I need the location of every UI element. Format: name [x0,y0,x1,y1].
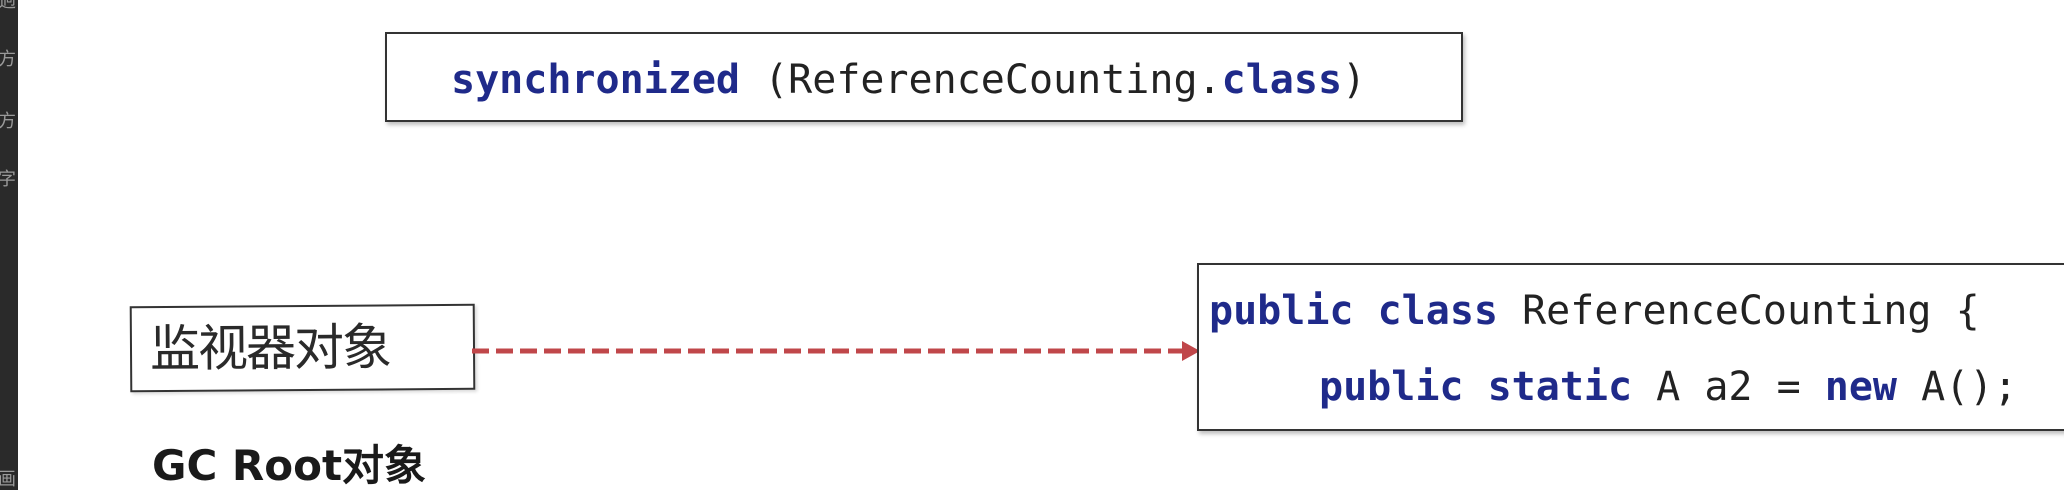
side-strip-char: 方 [0,49,16,70]
side-strip-char: 方 [0,111,16,132]
class-keyword: class [1377,288,1499,334]
public-keyword: public [1209,288,1354,334]
synchronized-keyword: synchronized [451,57,740,103]
reference-arrow [472,341,1200,361]
class-code-box: public class ReferenceCounting { public … [1197,263,2064,431]
new-keyword: new [1824,364,1897,410]
class-declaration-line: public class ReferenceCounting { [1209,287,1980,335]
static-field-line: public static A a2 = new A(); [1319,363,2017,411]
synchronized-code-line: synchronized (ReferenceCounting.class) [451,56,1366,104]
synchronized-code-box: synchronized (ReferenceCounting.class) [385,32,1463,122]
synchronized-tail: ) [1342,57,1367,103]
side-strip-char: 画 [0,469,16,490]
static-keyword: static [1487,364,1633,410]
field-declaration: A a2 = [1632,364,1825,410]
public-keyword: public [1319,364,1464,410]
side-strip-char: 字 [0,169,16,190]
class-keyword: class [1221,57,1343,103]
monitor-object-label: 监视器对象 [149,318,391,379]
synchronized-args: (ReferenceCounting. [739,57,1222,103]
class-name: ReferenceCounting { [1498,288,1980,334]
constructor-call: A(); [1897,364,2018,410]
gc-root-label: GC Root对象 [152,441,427,490]
side-strip-char: 逈 [0,0,16,12]
monitor-object-box: 监视器对象 [129,303,476,393]
side-strip: 逈 方 方 字 画 [0,0,18,490]
